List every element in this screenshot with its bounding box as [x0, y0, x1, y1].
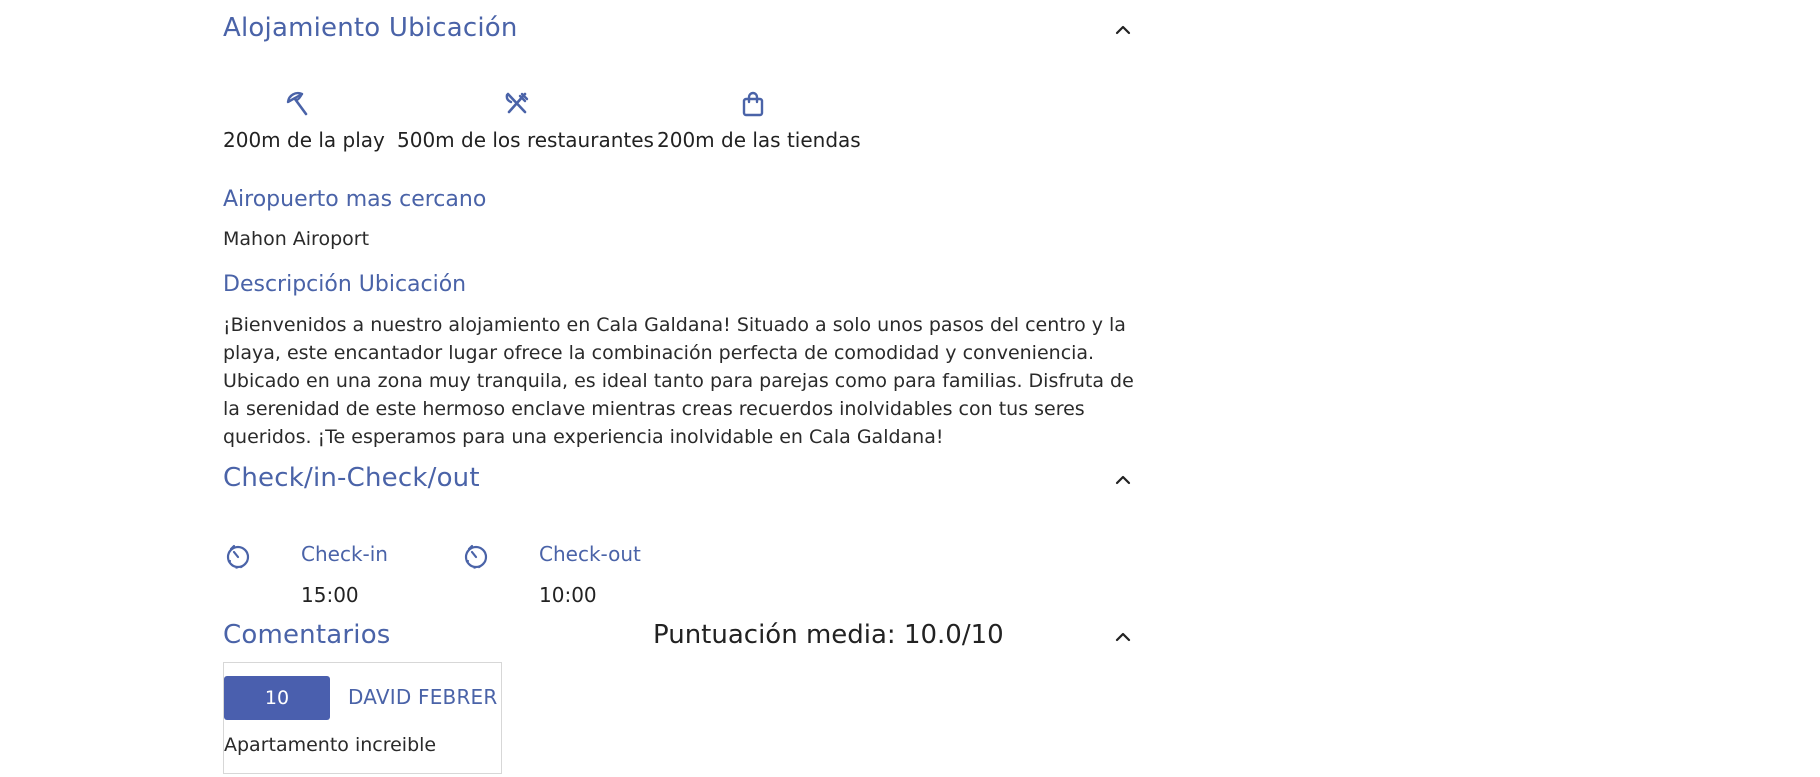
review-card: 10 DAVID FEBRER Apartamento increible — [223, 662, 502, 774]
checkin-section-title: Check/in-Check/out — [223, 463, 480, 493]
amenity-shops-label: 200m de las tiendas — [657, 128, 861, 152]
checkin-collapse-chevron-up-icon[interactable] — [1113, 470, 1133, 490]
beach-umbrella-icon — [284, 90, 312, 118]
checkin-label: Check-in — [301, 542, 388, 566]
amenity-beach-label: 200m de la play — [223, 128, 385, 152]
shopping-bag-icon — [739, 90, 767, 118]
location-section-title: Alojamiento Ubicación — [223, 13, 518, 43]
checkin-clock-icon — [225, 543, 251, 569]
checkout-time: 10:00 — [539, 583, 597, 607]
description-text: ¡Bienvenidos a nuestro alojamiento en Ca… — [223, 314, 1134, 448]
review-rating-badge: 10 — [224, 676, 330, 720]
average-score: Puntuación media: 10.0/10 — [653, 620, 1004, 650]
page: Alojamiento Ubicación 200m de la play 50… — [0, 0, 1820, 777]
airport-heading: Airopuerto mas cercano — [223, 187, 487, 212]
amenity-restaurants: 500m de los restaurantes — [397, 90, 654, 152]
airport-value: Mahon Airoport — [223, 228, 370, 250]
amenity-beach: 200m de la play — [223, 90, 385, 152]
amenity-restaurants-label: 500m de los restaurantes — [397, 128, 654, 152]
checkin-time: 15:00 — [301, 583, 359, 607]
review-text: Apartamento increible — [224, 734, 437, 756]
comments-section-title: Comentarios — [223, 620, 391, 650]
amenity-shops: 200m de las tiendas — [657, 90, 861, 152]
description-heading: Descripción Ubicación — [223, 272, 467, 297]
comments-collapse-chevron-up-icon[interactable] — [1113, 627, 1133, 647]
checkout-label: Check-out — [539, 542, 641, 566]
review-author: DAVID FEBRER — [348, 685, 498, 709]
location-collapse-chevron-up-icon[interactable] — [1113, 20, 1133, 40]
utensils-icon — [503, 90, 531, 118]
checkout-clock-icon — [463, 543, 489, 569]
